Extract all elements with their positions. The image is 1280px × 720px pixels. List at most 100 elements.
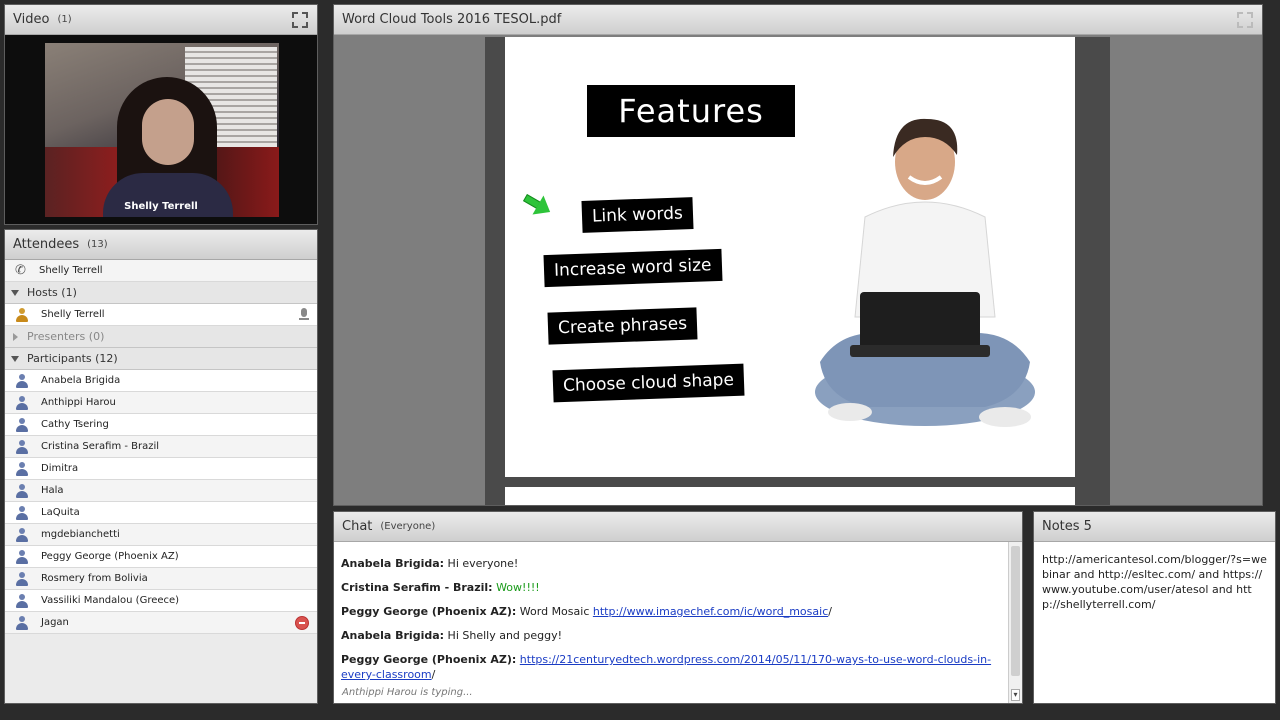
scrollbar-thumb[interactable] bbox=[1011, 546, 1020, 676]
user-icon bbox=[15, 461, 29, 476]
chat-sender: Anabela Brigida: bbox=[341, 629, 445, 642]
participant-name: Rosmery from Bolivia bbox=[41, 573, 148, 584]
attendees-title: Attendees bbox=[13, 237, 80, 252]
user-icon bbox=[15, 593, 29, 608]
video-presenter-name: Shelly Terrell bbox=[124, 201, 198, 212]
participant-row[interactable]: Anthippi Harou bbox=[5, 392, 317, 414]
video-count: (1) bbox=[57, 14, 72, 25]
participant-name: Cathy Tsering bbox=[41, 419, 109, 430]
fullscreen-icon[interactable] bbox=[1236, 11, 1254, 29]
presenters-group[interactable]: Presenters (0) bbox=[5, 326, 317, 348]
notes-title: Notes 5 bbox=[1042, 519, 1092, 534]
participant-name: Peggy George (Phoenix AZ) bbox=[41, 551, 179, 562]
user-icon bbox=[15, 527, 29, 542]
chat-text: Word Mosaic bbox=[519, 605, 590, 618]
participant-row[interactable]: Hala bbox=[5, 480, 317, 502]
participant-row[interactable]: Cathy Tsering bbox=[5, 414, 317, 436]
phone-user-row[interactable]: ✆ Shelly Terrell bbox=[5, 260, 317, 282]
notes-pod-header: Notes 5 bbox=[1034, 512, 1275, 542]
participant-row[interactable]: Vassiliki Mandalou (Greece) bbox=[5, 590, 317, 612]
feature-box: Increase word size bbox=[543, 248, 723, 288]
chat-text: Wow!!!! bbox=[496, 581, 540, 594]
participant-name: Anthippi Harou bbox=[41, 397, 116, 408]
notes-pod: Notes 5 http://americantesol.com/blogger… bbox=[1033, 511, 1276, 704]
participants-label: Participants (12) bbox=[27, 352, 118, 365]
microphone-icon bbox=[299, 308, 309, 322]
student-laptop-image bbox=[815, 118, 1035, 427]
presenters-label: Presenters (0) bbox=[27, 330, 105, 343]
chat-text: Hi Shelly and peggy! bbox=[447, 629, 563, 642]
participants-group[interactable]: Participants (12) bbox=[5, 348, 317, 370]
participant-name: Anabela Brigida bbox=[41, 375, 121, 386]
participant-row[interactable]: Anabela Brigida bbox=[5, 370, 317, 392]
participant-row[interactable]: Cristina Serafim - Brazil bbox=[5, 436, 317, 458]
host-user-icon bbox=[15, 307, 29, 322]
chat-pod-header: Chat (Everyone) bbox=[334, 512, 1022, 542]
chat-sender: Cristina Serafim - Brazil: bbox=[341, 581, 493, 594]
user-icon bbox=[15, 395, 29, 410]
share-pod-header: Word Cloud Tools 2016 TESOL.pdf bbox=[334, 5, 1262, 35]
participant-row[interactable]: Peggy George (Phoenix AZ) bbox=[5, 546, 317, 568]
chat-link[interactable]: http://www.imagechef.com/ic/word_mosaic bbox=[593, 605, 828, 618]
participant-name: Jagan bbox=[41, 617, 69, 628]
feature-box: Choose cloud shape bbox=[552, 363, 745, 403]
chat-scope[interactable]: (Everyone) bbox=[380, 521, 435, 532]
attendees-pod-header: Attendees (13) bbox=[5, 230, 317, 260]
participant-row[interactable]: Rosmery from Bolivia bbox=[5, 568, 317, 590]
participant-name: Dimitra bbox=[41, 463, 79, 474]
user-icon bbox=[15, 417, 29, 432]
chat-sender: Peggy George (Phoenix AZ): bbox=[341, 605, 517, 618]
user-icon bbox=[15, 505, 29, 520]
fullscreen-icon[interactable] bbox=[291, 11, 309, 29]
scroll-down-icon[interactable]: ▾ bbox=[1011, 689, 1020, 701]
chat-link-suffix: / bbox=[431, 668, 436, 681]
video-area: Shelly Terrell bbox=[5, 35, 317, 224]
participant-name: Hala bbox=[41, 485, 64, 496]
phone-icon: ✆ bbox=[15, 262, 26, 278]
feature-box: Create phrases bbox=[547, 307, 698, 345]
no-entry-icon bbox=[295, 616, 309, 630]
participant-row[interactable]: LaQuita bbox=[5, 502, 317, 524]
user-icon bbox=[15, 571, 29, 586]
user-icon bbox=[15, 549, 29, 564]
chat-message: Peggy George (Phoenix AZ): Word Mosaic h… bbox=[341, 604, 1001, 619]
chat-messages: Anabela Brigida: Hi everyone! Cristina S… bbox=[334, 542, 1008, 703]
attendees-pod: Attendees (13) ✆ Shelly Terrell Hosts (1… bbox=[4, 229, 318, 704]
user-icon bbox=[15, 373, 29, 388]
chat-sender: Peggy George (Phoenix AZ): bbox=[341, 653, 517, 666]
participant-row[interactable]: mgdebianchetti bbox=[5, 524, 317, 546]
notes-text[interactable]: http://americantesol.com/blogger/?s=webi… bbox=[1034, 542, 1275, 703]
chat-message: Peggy George (Phoenix AZ): https://21cen… bbox=[341, 652, 1001, 682]
participant-row[interactable]: Dimitra bbox=[5, 458, 317, 480]
pdf-slide: Features Link words Increase word size C… bbox=[505, 37, 1075, 477]
chevron-down-icon bbox=[11, 355, 19, 362]
user-icon bbox=[15, 439, 29, 454]
hosts-group[interactable]: Hosts (1) bbox=[5, 282, 317, 304]
chat-sender: Anabela Brigida: bbox=[341, 557, 445, 570]
phone-user-name: Shelly Terrell bbox=[39, 265, 103, 276]
chevron-right-icon bbox=[13, 332, 18, 341]
video-pod-header: Video (1) bbox=[5, 5, 317, 35]
participant-name: Cristina Serafim - Brazil bbox=[41, 441, 160, 452]
user-icon bbox=[15, 615, 29, 630]
host-row[interactable]: Shelly Terrell bbox=[5, 304, 317, 326]
chat-message: Anabela Brigida: Hi everyone! bbox=[341, 556, 1001, 571]
green-arrow-icon bbox=[519, 187, 557, 223]
feature-box: Link words bbox=[581, 197, 694, 233]
chat-scrollbar[interactable]: ▾ bbox=[1008, 542, 1022, 703]
document-title: Word Cloud Tools 2016 TESOL.pdf bbox=[342, 12, 562, 27]
share-pod: Word Cloud Tools 2016 TESOL.pdf Features… bbox=[333, 4, 1263, 506]
participant-name: mgdebianchetti bbox=[41, 529, 120, 540]
participant-row[interactable]: Jagan bbox=[5, 612, 317, 634]
user-icon bbox=[15, 483, 29, 498]
video-pod-title: Video bbox=[13, 12, 50, 27]
chat-message: Cristina Serafim - Brazil: Wow!!!! bbox=[341, 580, 1001, 595]
webcam-feed bbox=[45, 43, 279, 217]
attendees-count: (13) bbox=[87, 239, 108, 250]
chevron-down-icon bbox=[11, 289, 19, 296]
chat-title: Chat bbox=[342, 519, 373, 534]
participant-name: LaQuita bbox=[41, 507, 80, 518]
video-pod: Video (1) Shelly Terrell bbox=[4, 4, 318, 225]
participant-name: Vassiliki Mandalou (Greece) bbox=[41, 595, 180, 606]
chat-pod: Chat (Everyone) Anabela Brigida: Hi ever… bbox=[333, 511, 1023, 704]
